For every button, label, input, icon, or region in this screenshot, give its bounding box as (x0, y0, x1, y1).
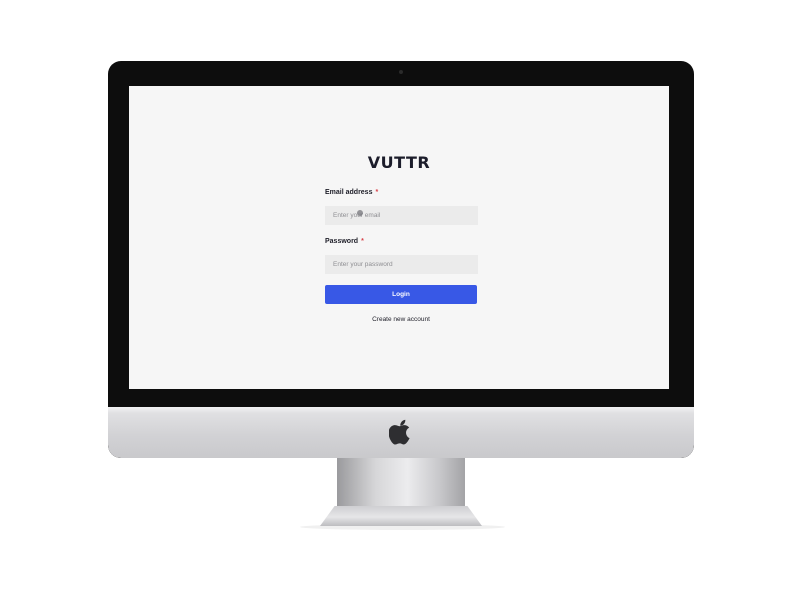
monitor-stand-base (320, 506, 482, 526)
email-label: Email address * (325, 189, 378, 196)
app-title: VUTTR (367, 153, 431, 172)
email-required-mark: * (375, 189, 379, 196)
login-button[interactable]: Login (325, 285, 477, 304)
monitor: VUTTR Email address* Password* Login Cre… (108, 61, 694, 458)
monitor-stand (337, 458, 465, 510)
mouse-cursor (357, 210, 363, 216)
apple-icon (389, 419, 410, 445)
password-label: Password * (325, 238, 364, 245)
password-field[interactable] (325, 255, 478, 274)
camera-dot (399, 70, 403, 74)
email-label-text: Email address (325, 189, 373, 196)
scene: VUTTR Email address* Password* Login Cre… (0, 0, 800, 600)
email-field[interactable] (325, 206, 478, 225)
create-account-link[interactable]: Create new account (325, 316, 477, 323)
monitor-chin (108, 407, 694, 458)
password-required-mark: * (361, 238, 364, 245)
chin-highlight (108, 407, 694, 413)
app-screen: VUTTR Email address* Password* Login Cre… (129, 86, 669, 389)
password-label-text: Password (325, 238, 359, 245)
